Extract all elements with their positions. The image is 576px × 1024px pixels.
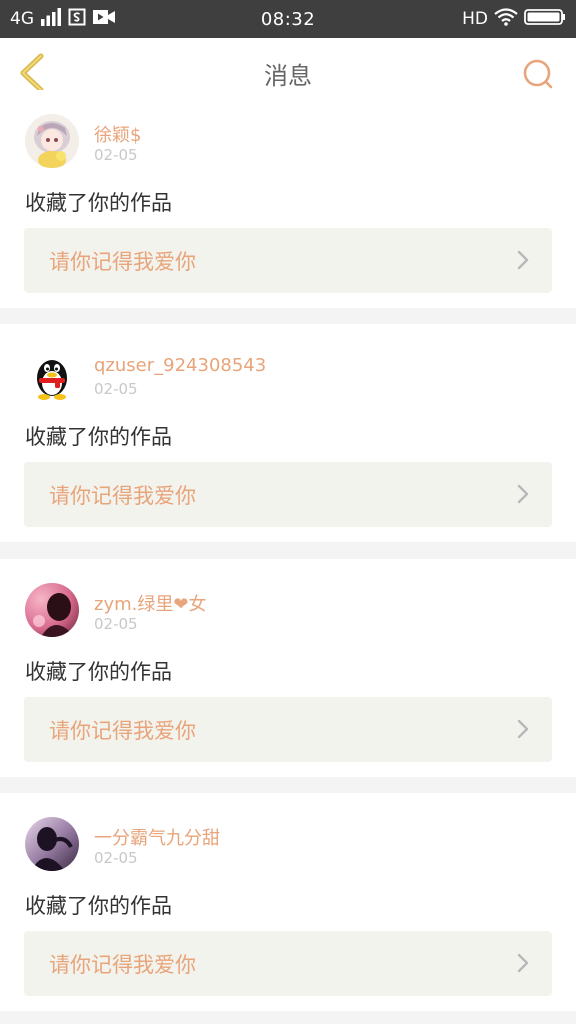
purple-photo-avatar xyxy=(25,817,79,871)
message-date: 02-05 xyxy=(94,849,138,867)
anime-girl-avatar xyxy=(25,114,79,168)
search-button[interactable] xyxy=(520,56,556,92)
chevron-right-icon xyxy=(517,953,529,973)
avatar[interactable] xyxy=(25,817,79,871)
work-title: 请你记得我爱你 xyxy=(49,952,196,977)
hd-label: HD xyxy=(462,9,488,29)
search-icon xyxy=(523,59,553,89)
status-right: HD xyxy=(462,0,566,38)
wifi-icon xyxy=(494,7,518,31)
work-title: 请你记得我爱你 xyxy=(49,483,196,508)
action-text: 收藏了你的作品 xyxy=(25,660,172,684)
message-card[interactable]: qzuser_924308543 02-05 收藏了你的作品 请你记得我爱你 xyxy=(0,324,576,542)
message-card[interactable]: zym.绿里❤女 02-05 收藏了你的作品 请你记得我爱你 xyxy=(0,559,576,777)
work-link[interactable]: 请你记得我爱你 xyxy=(24,697,552,762)
avatar[interactable] xyxy=(25,583,79,637)
work-link[interactable]: 请你记得我爱你 xyxy=(24,228,552,293)
chevron-right-icon xyxy=(517,484,529,504)
battery-icon xyxy=(524,8,566,31)
username[interactable]: qzuser_924308543 xyxy=(94,355,266,376)
chevron-right-icon xyxy=(517,719,529,739)
action-text: 收藏了你的作品 xyxy=(25,191,172,215)
username[interactable]: 一分霸气九分甜 xyxy=(94,824,220,850)
action-text: 收藏了你的作品 xyxy=(25,894,172,918)
work-link[interactable]: 请你记得我爱你 xyxy=(24,931,552,996)
pink-photo-avatar xyxy=(25,583,79,637)
penguin-avatar xyxy=(25,348,79,402)
message-card[interactable]: 徐颖$ 02-05 收藏了你的作品 请你记得我爱你 xyxy=(0,90,576,308)
status-bar: 4G 08:32 HD xyxy=(0,0,576,38)
message-date: 02-05 xyxy=(94,146,138,164)
message-card[interactable]: 一分霸气九分甜 02-05 收藏了你的作品 请你记得我爱你 xyxy=(0,793,576,1011)
work-title: 请你记得我爱你 xyxy=(49,718,196,743)
work-link[interactable]: 请你记得我爱你 xyxy=(24,462,552,527)
username[interactable]: zym.绿里❤女 xyxy=(94,590,206,616)
work-title: 请你记得我爱你 xyxy=(49,249,196,274)
message-date: 02-05 xyxy=(94,615,138,633)
avatar[interactable] xyxy=(25,114,79,168)
screen: 4G 08:32 HD 消息 徐颖$ 02-05 收藏了你的作品 请你记得我爱你… xyxy=(0,0,576,1024)
action-text: 收藏了你的作品 xyxy=(25,425,172,449)
message-date: 02-05 xyxy=(94,380,138,398)
chevron-right-icon xyxy=(517,250,529,270)
username[interactable]: 徐颖$ xyxy=(94,121,141,147)
avatar[interactable] xyxy=(25,348,79,402)
